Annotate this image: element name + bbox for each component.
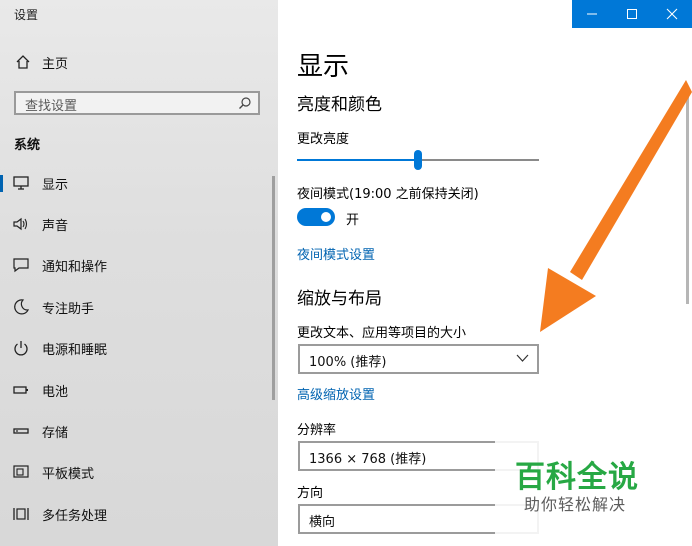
sidebar-item-label: 显示 [42,178,69,193]
sidebar-item-display[interactable]: 显示 [0,166,274,200]
power-icon [14,341,28,356]
scale-dropdown-value: 100% (推荐) [309,355,387,370]
scale-dropdown[interactable]: 100% (推荐) [298,344,539,374]
sidebar-item-label: 通知和操作 [42,260,108,275]
window-title: 设置 [14,8,39,22]
advanced-scaling-link[interactable]: 高级缩放设置 [297,384,375,403]
page-title: 显示 [297,52,350,82]
orientation-label: 方向 [297,486,324,501]
sidebar-item-label: 电源和睡眠 [42,343,108,358]
sidebar-item-multitasking[interactable]: 多任务处理 [0,497,274,531]
moon-icon [14,299,30,315]
home-icon [16,55,30,69]
minimize-icon [587,13,597,15]
night-light-label: 夜间模式(19:00 之前保持关闭) [297,187,479,202]
toggle-state-label: 开 [346,213,360,228]
search-icon[interactable] [238,96,252,110]
maximize-icon [627,9,637,19]
sidebar-item-label: 电池 [42,385,69,400]
brightness-slider[interactable] [297,150,539,172]
orientation-dropdown[interactable]: 横向 [298,504,539,534]
sidebar-item-label: 存储 [42,426,69,441]
search-placeholder: 查找设置 [25,99,78,114]
maximize-button[interactable] [612,0,652,28]
multitask-icon [13,508,29,520]
resolution-dropdown[interactable]: 1366 × 768 (推荐) [298,441,539,471]
night-light-toggle[interactable] [297,208,335,226]
toggle-knob [321,212,331,222]
sidebar-item-sound[interactable]: 声音 [0,207,274,241]
night-light-settings-link[interactable]: 夜间模式设置 [297,244,375,263]
minimize-button[interactable] [572,0,612,28]
main-scrollbar[interactable] [686,90,689,304]
close-button[interactable] [652,0,692,28]
sidebar-scrollbar[interactable] [272,176,275,400]
brightness-section-heading: 亮度和颜色 [297,95,382,115]
battery-icon [13,386,28,394]
monitor-icon [13,176,29,190]
sidebar-item-label: 多任务处理 [42,509,108,524]
sidebar-item-label: 主页 [42,57,69,72]
speaker-icon [13,217,28,231]
watermark-title: 百科全说 [515,460,639,495]
sidebar-item-battery[interactable]: 电池 [0,373,274,407]
notification-icon [13,258,29,273]
section-title: 系统 [14,138,41,153]
orientation-dropdown-value: 横向 [309,515,336,530]
tablet-icon [13,465,29,478]
sidebar-item-label: 专注助手 [42,302,95,317]
sidebar: 设置 主页 查找设置 系统 显示 声音 通知和操作 专注助手 电源和睡眠 电池 … [0,0,278,546]
sidebar-item-notifications[interactable]: 通知和操作 [0,248,274,282]
sidebar-item-tablet-mode[interactable]: 平板模式 [0,455,274,489]
active-indicator [0,175,3,192]
slider-fill [297,159,418,161]
sidebar-item-home[interactable]: 主页 [0,50,278,76]
sidebar-item-power[interactable]: 电源和睡眠 [0,331,274,365]
slider-thumb[interactable] [414,150,422,170]
sidebar-item-label: 平板模式 [42,467,95,482]
brightness-label: 更改亮度 [297,132,350,147]
resolution-label: 分辨率 [297,423,337,438]
close-icon [666,8,678,20]
sidebar-item-focus-assist[interactable]: 专注助手 [0,290,274,324]
watermark-subtitle: 助你轻松解决 [524,495,627,514]
sidebar-item-label: 声音 [42,219,69,234]
resolution-dropdown-value: 1366 × 768 (推荐) [309,452,427,467]
scale-label: 更改文本、应用等项目的大小 [297,326,467,341]
title-bar-controls [572,0,692,28]
storage-icon [13,428,29,434]
search-input[interactable]: 查找设置 [14,91,260,115]
chevron-down-icon [516,354,529,362]
sidebar-item-storage[interactable]: 存储 [0,414,274,448]
scale-section-heading: 缩放与布局 [297,289,382,309]
